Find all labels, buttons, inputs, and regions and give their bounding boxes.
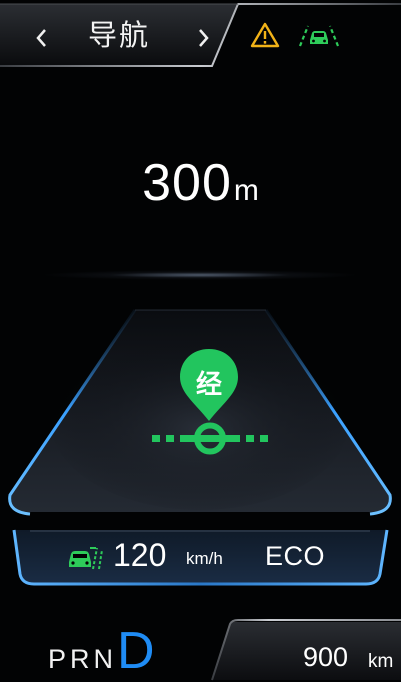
cluster-screen: 导航 300m 经 120 km/h ECO P R N D 900 km: [0, 0, 401, 682]
gear-d-active: D: [117, 622, 155, 680]
gear-n: N: [93, 644, 118, 674]
gear-p: P: [48, 644, 71, 674]
bottom-bar-frame: [211, 619, 401, 681]
range-unit: km: [368, 651, 394, 672]
gear-r: R: [70, 644, 94, 674]
gear-selector: P R N D: [48, 622, 155, 680]
range-value: 900: [303, 642, 349, 672]
